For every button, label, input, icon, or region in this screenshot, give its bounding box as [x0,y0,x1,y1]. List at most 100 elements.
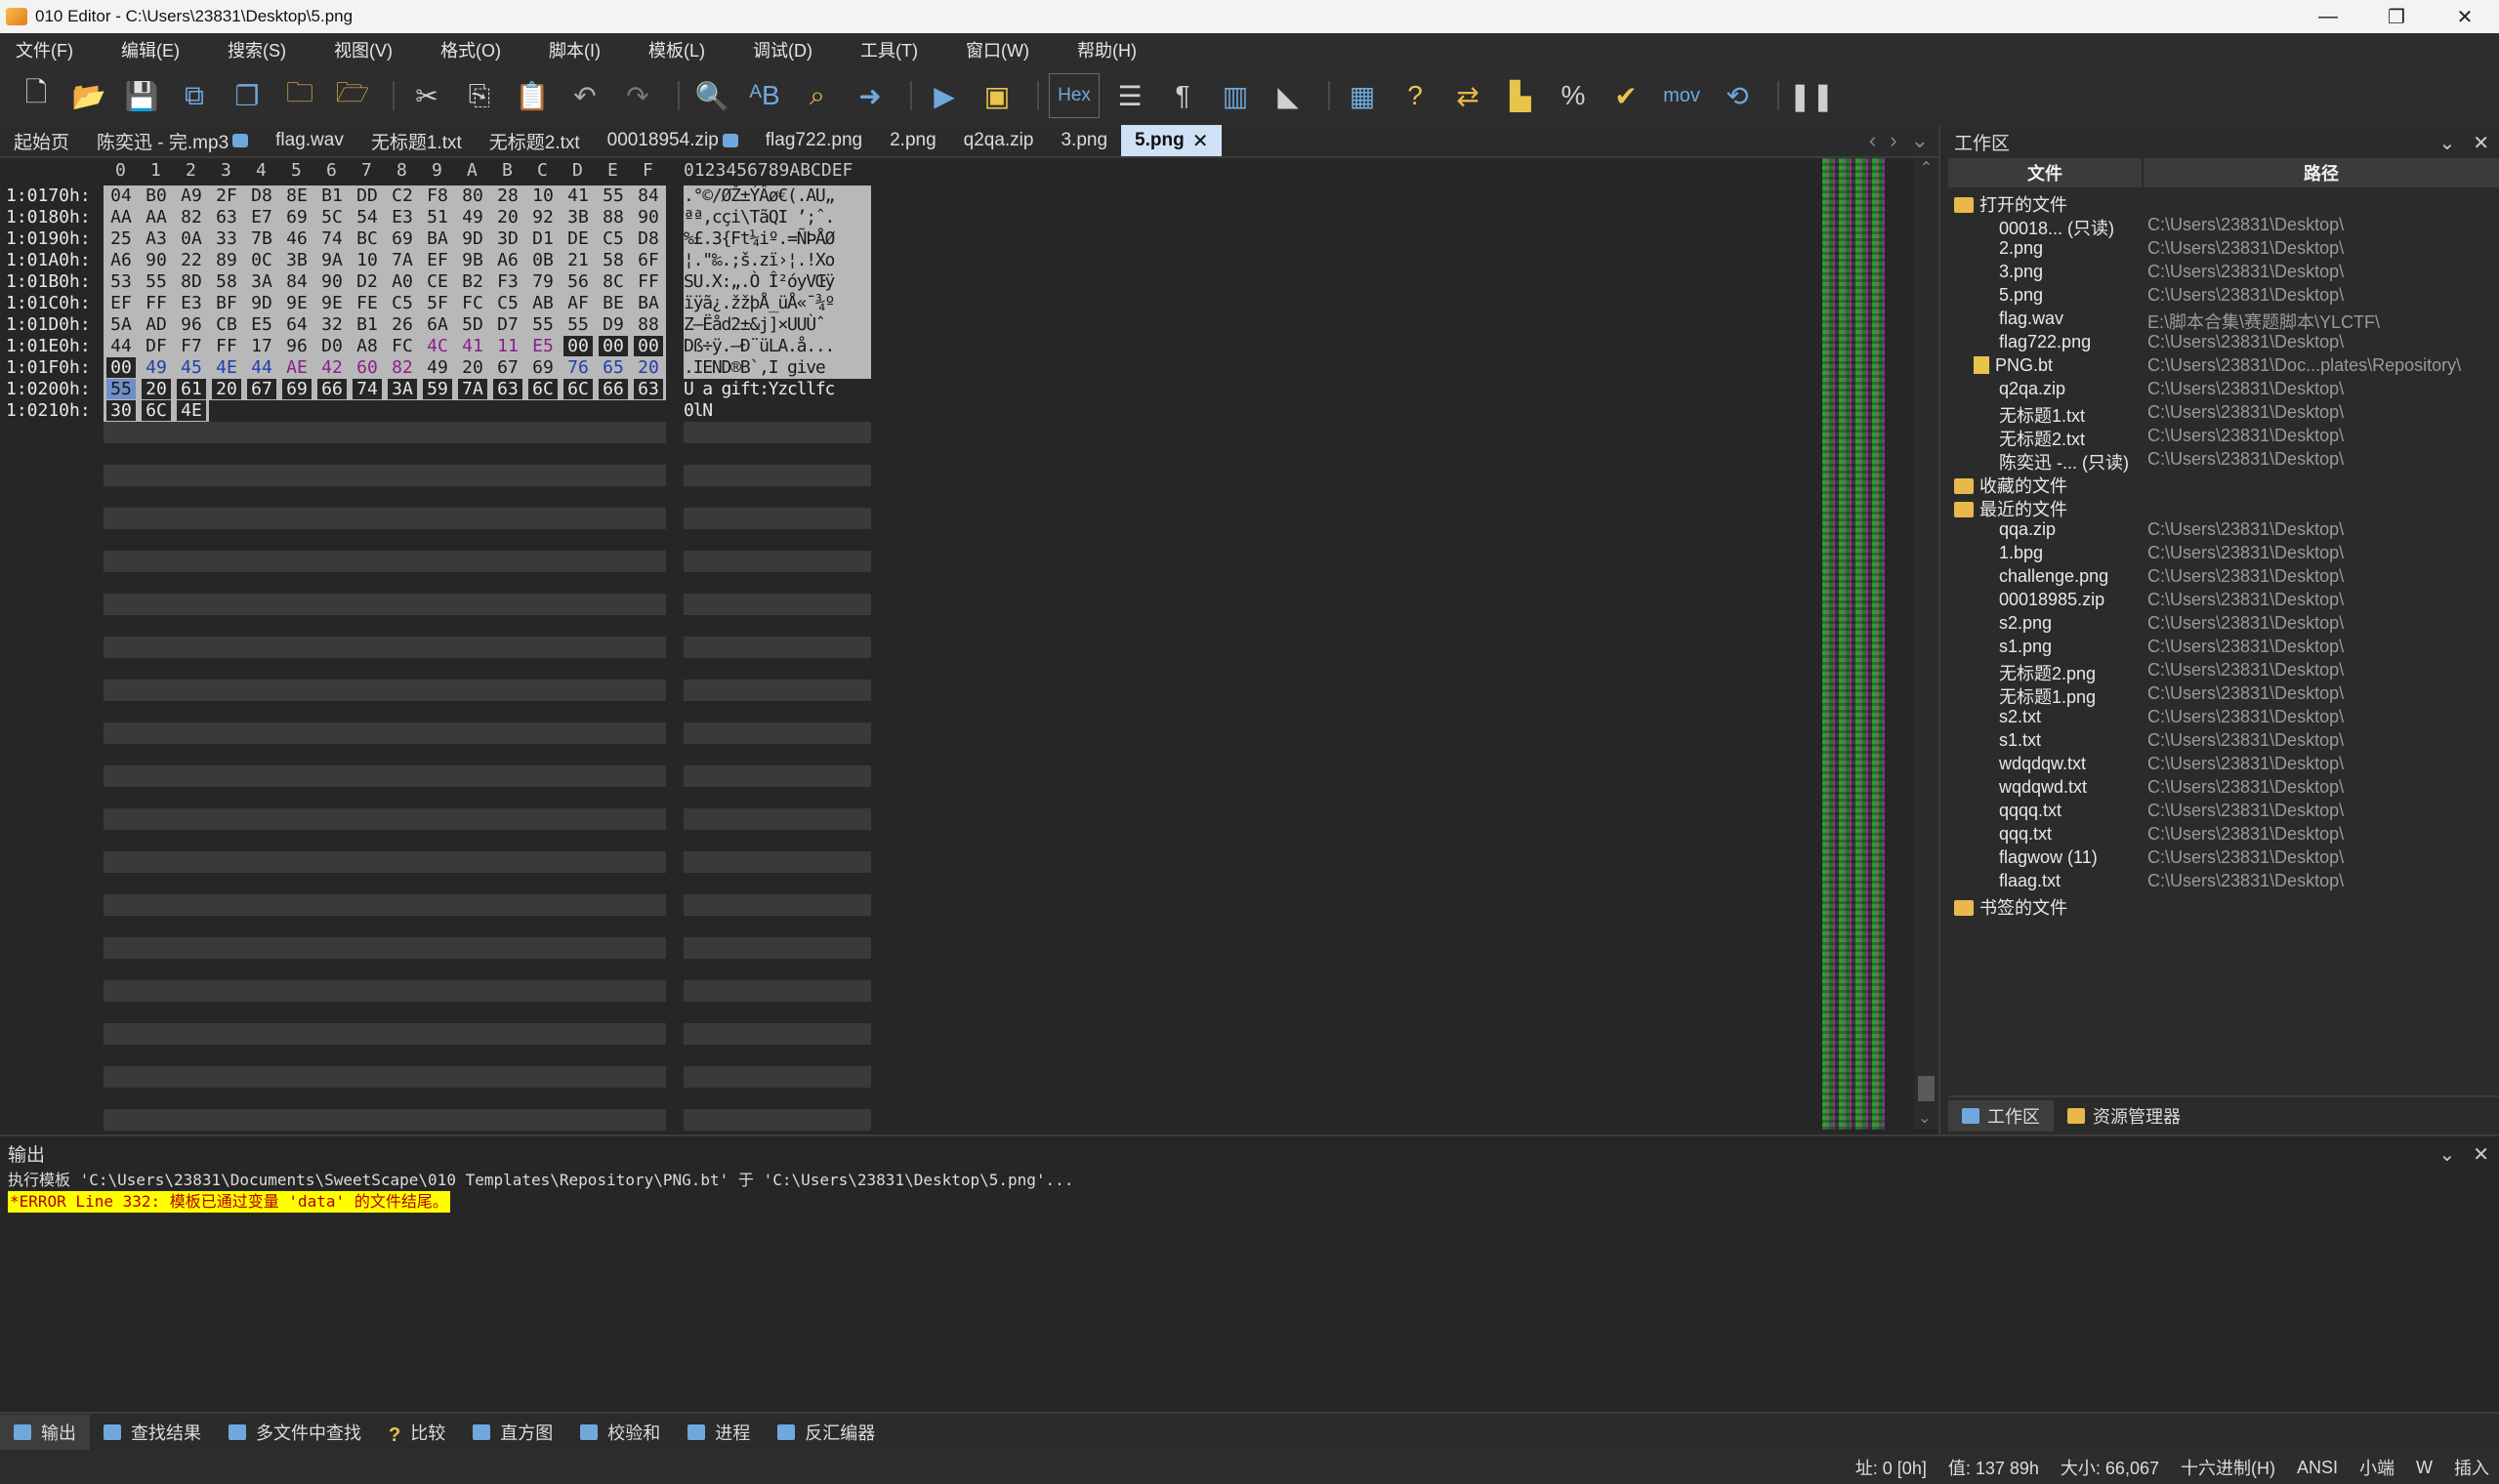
hex-byte[interactable]: 8E [282,186,312,206]
hex-byte[interactable]: 42 [317,357,347,378]
hex-byte[interactable]: 6F [634,250,663,270]
workspace-file-item[interactable]: qqq.txt C:\Users\23831\Desktop\ [1948,824,2499,847]
hex-byte[interactable]: BA [423,228,452,249]
hex-byte[interactable]: 41 [458,336,487,356]
calculator-icon[interactable]: ▦ [1340,73,1385,118]
tab-flag722[interactable]: flag722.png [752,125,876,156]
ascii-row-text[interactable]: .°©/ØŽ±ÝÂø€(.AU„ [684,186,835,206]
hex-byte[interactable]: 55 [563,314,593,335]
hex-byte[interactable]: 17 [247,336,276,356]
hex-byte[interactable]: 53 [106,271,136,292]
tab-output[interactable]: 输出 [0,1415,90,1450]
hex-byte[interactable]: 9E [282,293,312,313]
hex-byte[interactable]: 90 [634,207,663,227]
hex-byte[interactable]: 8C [599,271,628,292]
hex-byte[interactable]: 21 [563,250,593,270]
ascii-row-text[interactable]: ªª‚cçi\TãQI ’;ˆ. [684,207,835,227]
hex-byte[interactable]: AD [142,314,171,335]
hex-byte[interactable]: 28 [493,186,522,206]
hex-byte[interactable]: CE [423,271,452,292]
hex-byte[interactable]: 69 [282,379,312,399]
hex-byte[interactable]: 89 [212,250,241,270]
menu-view[interactable]: 视图(V) [326,33,400,66]
open-file-icon[interactable]: 📂 [66,73,111,118]
hex-byte[interactable]: FF [634,271,663,292]
file-map-strip[interactable] [1822,158,1885,1130]
hex-byte[interactable]: 20 [142,379,171,399]
hex-byte[interactable]: 55 [106,379,136,399]
hex-byte[interactable]: 00 [563,336,593,356]
hex-byte[interactable]: 9E [317,293,347,313]
column-file[interactable]: 文件 [1948,158,2144,187]
tab-flag-wav[interactable]: flag.wav [262,125,357,156]
workspace-file-item[interactable]: flag722.png C:\Users\23831\Desktop\ [1948,332,2499,355]
workspace-file-item[interactable]: 无标题2.png C:\Users\23831\Desktop\ [1948,660,2499,683]
hex-byte[interactable]: 3A [388,379,417,399]
hex-byte[interactable]: BE [599,293,628,313]
hex-byte[interactable]: 3A [247,271,276,292]
menu-format[interactable]: 格式(O) [433,33,509,66]
base-convert-icon[interactable]: ⟲ [1715,73,1760,118]
hex-byte[interactable]: 56 [563,271,593,292]
hex-byte[interactable]: 8D [177,271,206,292]
workspace-file-item[interactable]: s1.png C:\Users\23831\Desktop\ [1948,637,2499,660]
goto-icon[interactable]: ➜ [848,73,893,118]
hex-byte[interactable]: 84 [282,271,312,292]
hex-byte[interactable]: AF [563,293,593,313]
hex-byte[interactable]: D7 [493,314,522,335]
open-folder-icon[interactable]: 🗀 [277,73,322,118]
hex-byte[interactable]: 59 [423,379,452,399]
hex-byte[interactable]: 90 [317,271,347,292]
tab-list-icon[interactable]: ⌄ [1911,128,1929,153]
hex-byte[interactable]: C5 [599,228,628,249]
minimize-button[interactable]: — [2294,0,2362,33]
hex-byte[interactable]: 10 [353,250,382,270]
menu-script[interactable]: 脚本(I) [541,33,608,66]
undo-icon[interactable]: ↶ [562,73,607,118]
hex-byte[interactable]: FC [458,293,487,313]
hex-byte[interactable]: A8 [353,336,382,356]
hex-byte[interactable]: 00 [599,336,628,356]
maximize-button[interactable]: ❐ [2362,0,2431,33]
hex-byte[interactable]: A0 [388,271,417,292]
ascii-row-text[interactable]: Z­–Ëåd2±&j]×UUÙˆ [684,314,826,335]
workspace-file-item[interactable]: 陈奕迅 -... (只读) C:\Users\23831\Desktop\ [1948,449,2499,473]
column-path[interactable]: 路径 [2144,158,2499,187]
tab-process[interactable]: 进程 [674,1415,764,1450]
tab-compare[interactable]: ? 比较 [375,1415,459,1450]
hex-byte[interactable]: 4E [212,357,241,378]
ascii-row-text[interactable]: U a gift:Yzcllfc [684,379,835,399]
pause-icon[interactable]: ❚❚ [1789,73,1835,118]
scroll-down-icon[interactable]: ⌄ [1918,1108,1931,1128]
hex-byte[interactable]: 49 [423,357,452,378]
hex-byte[interactable]: 30 [106,400,136,421]
hex-byte[interactable]: 90 [142,250,171,270]
hex-byte[interactable]: A3 [142,228,171,249]
close-tab-icon[interactable]: ✕ [1192,129,1209,153]
workspace-file-item[interactable]: qqqq.txt C:\Users\23831\Desktop\ [1948,801,2499,824]
hex-byte[interactable]: 74 [353,379,382,399]
hex-byte[interactable]: A6 [493,250,522,270]
workspace-file-item[interactable]: s1.txt C:\Users\23831\Desktop\ [1948,730,2499,754]
menu-edit[interactable]: 编辑(E) [113,33,187,66]
hex-byte[interactable]: EF [106,293,136,313]
hex-byte[interactable]: F7 [177,336,206,356]
hex-byte[interactable]: B2 [458,271,487,292]
workspace-file-item[interactable]: s2.png C:\Users\23831\Desktop\ [1948,613,2499,637]
hex-byte[interactable]: 9A [317,250,347,270]
hex-byte[interactable]: 54 [353,207,382,227]
group-recent-files[interactable]: 最近的文件 [1948,496,2499,519]
hex-byte[interactable]: E5 [528,336,558,356]
find-icon[interactable]: 🔍 [689,73,734,118]
panel-menu-icon[interactable]: ⌄ [2438,131,2455,155]
tab-checksum[interactable]: 校验和 [566,1415,674,1450]
hex-byte[interactable]: 49 [458,207,487,227]
hex-byte[interactable]: F3 [493,271,522,292]
tab-zip[interactable]: 00018954.zip [594,125,752,156]
hex-byte[interactable]: CB [212,314,241,335]
hex-byte[interactable]: 7A [388,250,417,270]
hex-byte[interactable]: 66 [599,379,628,399]
hex-byte[interactable]: 6A [423,314,452,335]
copy-file-icon[interactable]: ❐ [225,73,270,118]
scroll-thumb[interactable] [1918,1076,1935,1101]
